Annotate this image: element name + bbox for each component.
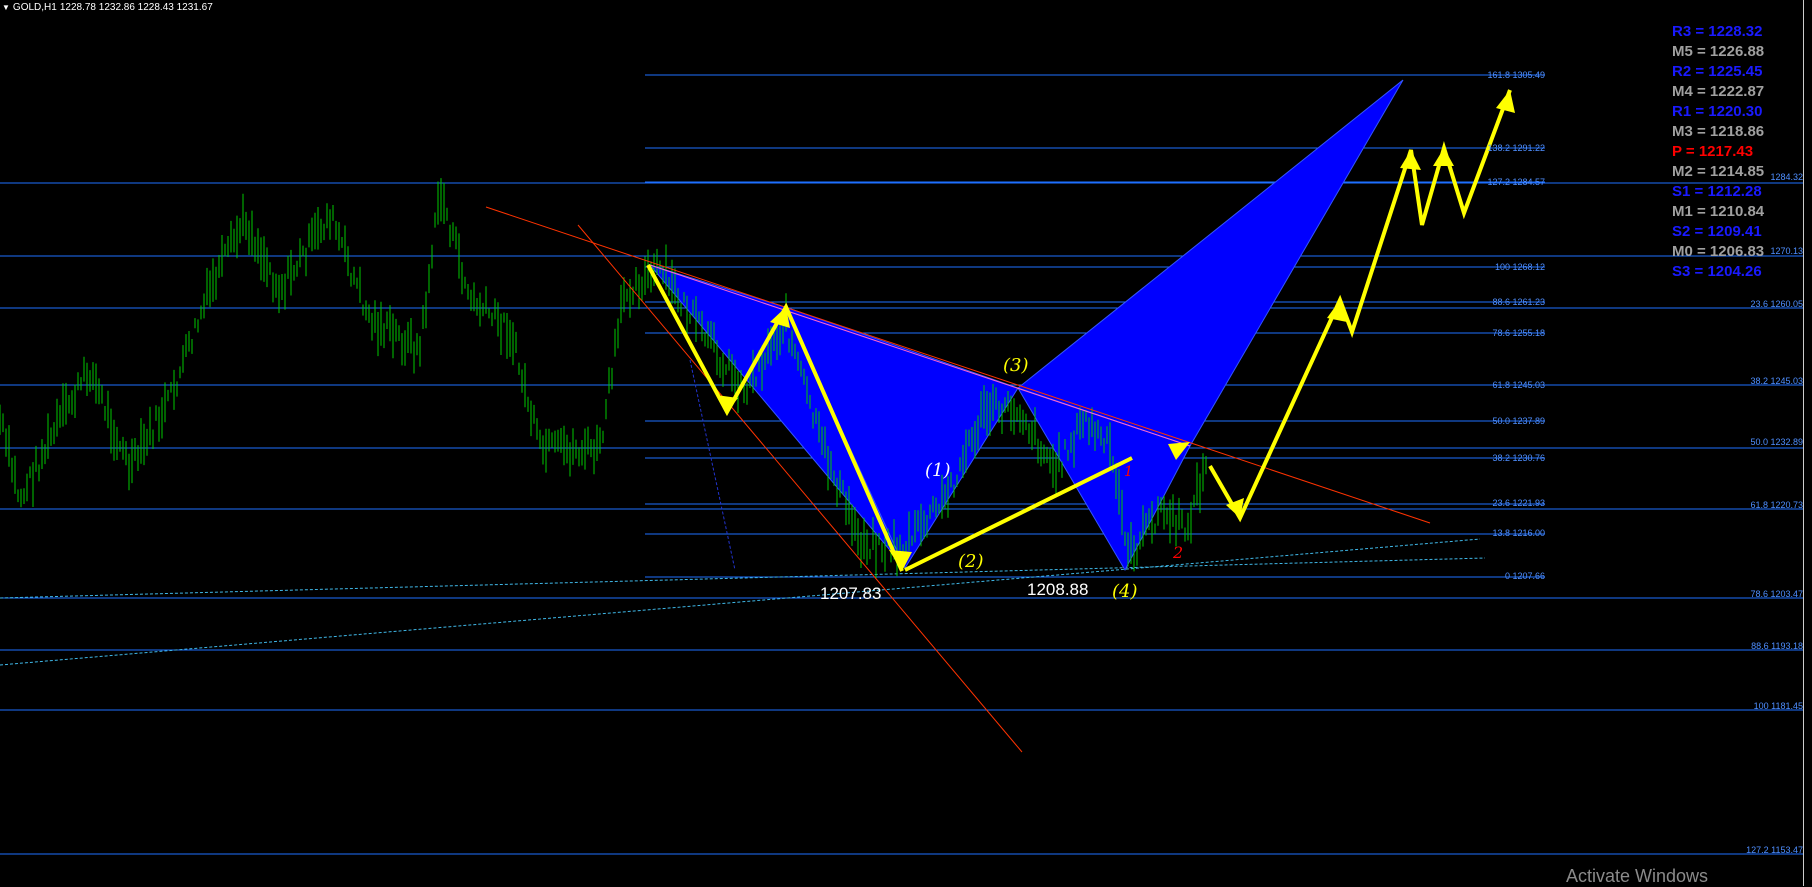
fib-level-label: 38.2 1245.03 [1750,376,1803,386]
fib-level-label: 138.2 1291.22 [1487,143,1545,153]
wave-label-1: (1) [925,460,951,481]
wave-label-r2: 2 [1173,543,1184,562]
fib-level-label: 127.2 1284.57 [1487,177,1545,187]
fib-level-label: 127.2 1153.47 [1746,845,1803,855]
pivot-level: M2 = 1214.85 [1672,163,1765,180]
support-trendlines [0,359,1486,666]
chart-header: ▼ GOLD,H1 1228.78 1232.86 1228.43 1231.6… [2,2,213,13]
fib-level-label: 1270.13 [1770,246,1803,256]
pivot-level: R3 = 1228.32 [1672,23,1763,40]
symbol-title: GOLD,H1 [12,2,57,13]
fib-level-label: 78.6 1255.18 [1492,328,1545,338]
fib-level-label: 13.8 1216.00 [1492,528,1545,538]
pivot-level: P = 1217.43 [1672,143,1754,160]
fib-level-label: 88.6 1261.23 [1492,297,1545,307]
activate-windows-watermark: Activate Windows [1566,866,1709,886]
pivot-levels-panel: R3 = 1228.32 M5 = 1226.88 R2 = 1225.45 M4 =… [1672,22,1780,282]
fib-level-label: 23.6 1260.05 [1750,299,1803,309]
fib-level-label: 61.8 1220.73 [1750,500,1803,510]
pivot-level: R1 = 1220.30 [1672,103,1763,120]
wave-label-r1: 1 [1124,464,1133,480]
pivot-level: M1 = 1210.84 [1672,203,1765,220]
pivot-level: R2 = 1225.45 [1672,63,1763,80]
pivot-level: S1 = 1212.28 [1672,183,1762,200]
price-chart[interactable] [0,0,1812,886]
pivot-level: M3 = 1218.86 [1672,123,1765,140]
ohlc-values: 1228.78 1232.86 1228.43 1231.67 [59,2,213,13]
low-price-label-b: 1208.88 [1027,580,1089,599]
pivot-level: M5 = 1226.88 [1672,43,1765,60]
candle-series [0,178,1207,579]
pivot-level: M4 = 1222.87 [1672,83,1765,100]
fib-level-label: 161.8 1305.49 [1487,70,1545,80]
fib-level-label: 50.0 1232.89 [1750,437,1803,447]
pivot-level: S3 = 1204.26 [1672,263,1762,280]
dropdown-icon[interactable]: ▼ [2,3,10,12]
price-scale[interactable] [1803,0,1812,886]
fib-level-label: 50.0 1237.89 [1492,416,1545,426]
fib-level-label: 88.6 1193.18 [1751,641,1803,651]
pivot-level: S2 = 1209.41 [1672,223,1762,240]
fib-level-label: 23.6 1221.93 [1492,498,1545,508]
fib-level-label: 100 1181.45 [1753,701,1803,711]
wave-label-4: (4) [1112,581,1138,602]
harmonic-pattern [648,79,1404,572]
fib-level-label: 0 1207.66 [1504,571,1545,581]
low-price-label-a: 1207.83 [820,584,882,603]
fib-level-label: 78.6 1203.47 [1750,589,1803,599]
pivot-level: M0 = 1206.83 [1672,243,1765,260]
fib-level-label: 1284.32 [1770,172,1803,182]
wave-label-3: (3) [1003,355,1029,376]
wave-label-2: (2) [958,551,984,572]
fib-level-label: 38.2 1230.76 [1492,453,1545,463]
fib-level-label: 100 1268.12 [1494,262,1545,272]
fib-level-label: 61.8 1245.03 [1492,380,1545,390]
